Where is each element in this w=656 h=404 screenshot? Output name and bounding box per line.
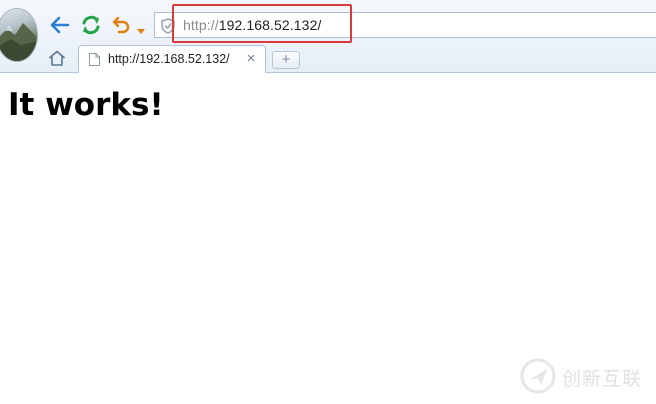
back-arrow-icon (50, 16, 70, 34)
tab-title: http://192.168.52.132/ (108, 52, 230, 66)
brand-logo-icon (520, 358, 556, 394)
refresh-button[interactable] (79, 13, 103, 37)
page-content: It works! (0, 73, 656, 404)
new-tab-button[interactable]: + (272, 51, 300, 69)
back-button[interactable] (48, 13, 72, 37)
home-button[interactable] (46, 50, 68, 70)
watermark-text: 创新互联 (562, 369, 643, 390)
browser-window: http://192.168.52.132/ http://192.168.52… (0, 0, 656, 404)
user-avatar[interactable] (0, 8, 38, 62)
page-heading: It works! (8, 87, 164, 123)
url-input[interactable]: http://192.168.52.132/ (183, 17, 321, 33)
undo-icon (112, 15, 132, 35)
refresh-icon (80, 14, 102, 36)
shield-icon[interactable] (161, 18, 175, 34)
watermark: 创新互联 (520, 356, 656, 396)
close-icon[interactable]: × (244, 51, 258, 67)
tab-active[interactable]: http://192.168.52.132/ × (78, 45, 266, 73)
undo-close-tab-button[interactable] (110, 13, 134, 37)
undo-dropdown-button[interactable] (137, 22, 145, 34)
address-bar[interactable]: http://192.168.52.132/ (154, 12, 656, 38)
browser-toolbar: http://192.168.52.132/ http://192.168.52… (0, 0, 656, 73)
url-protocol: http:// (183, 17, 219, 33)
avatar-landscape-image (0, 23, 37, 61)
url-host-path: 192.168.52.132/ (218, 17, 322, 33)
page-icon (89, 53, 100, 66)
home-icon (48, 50, 66, 71)
chevron-down-icon (137, 22, 145, 39)
